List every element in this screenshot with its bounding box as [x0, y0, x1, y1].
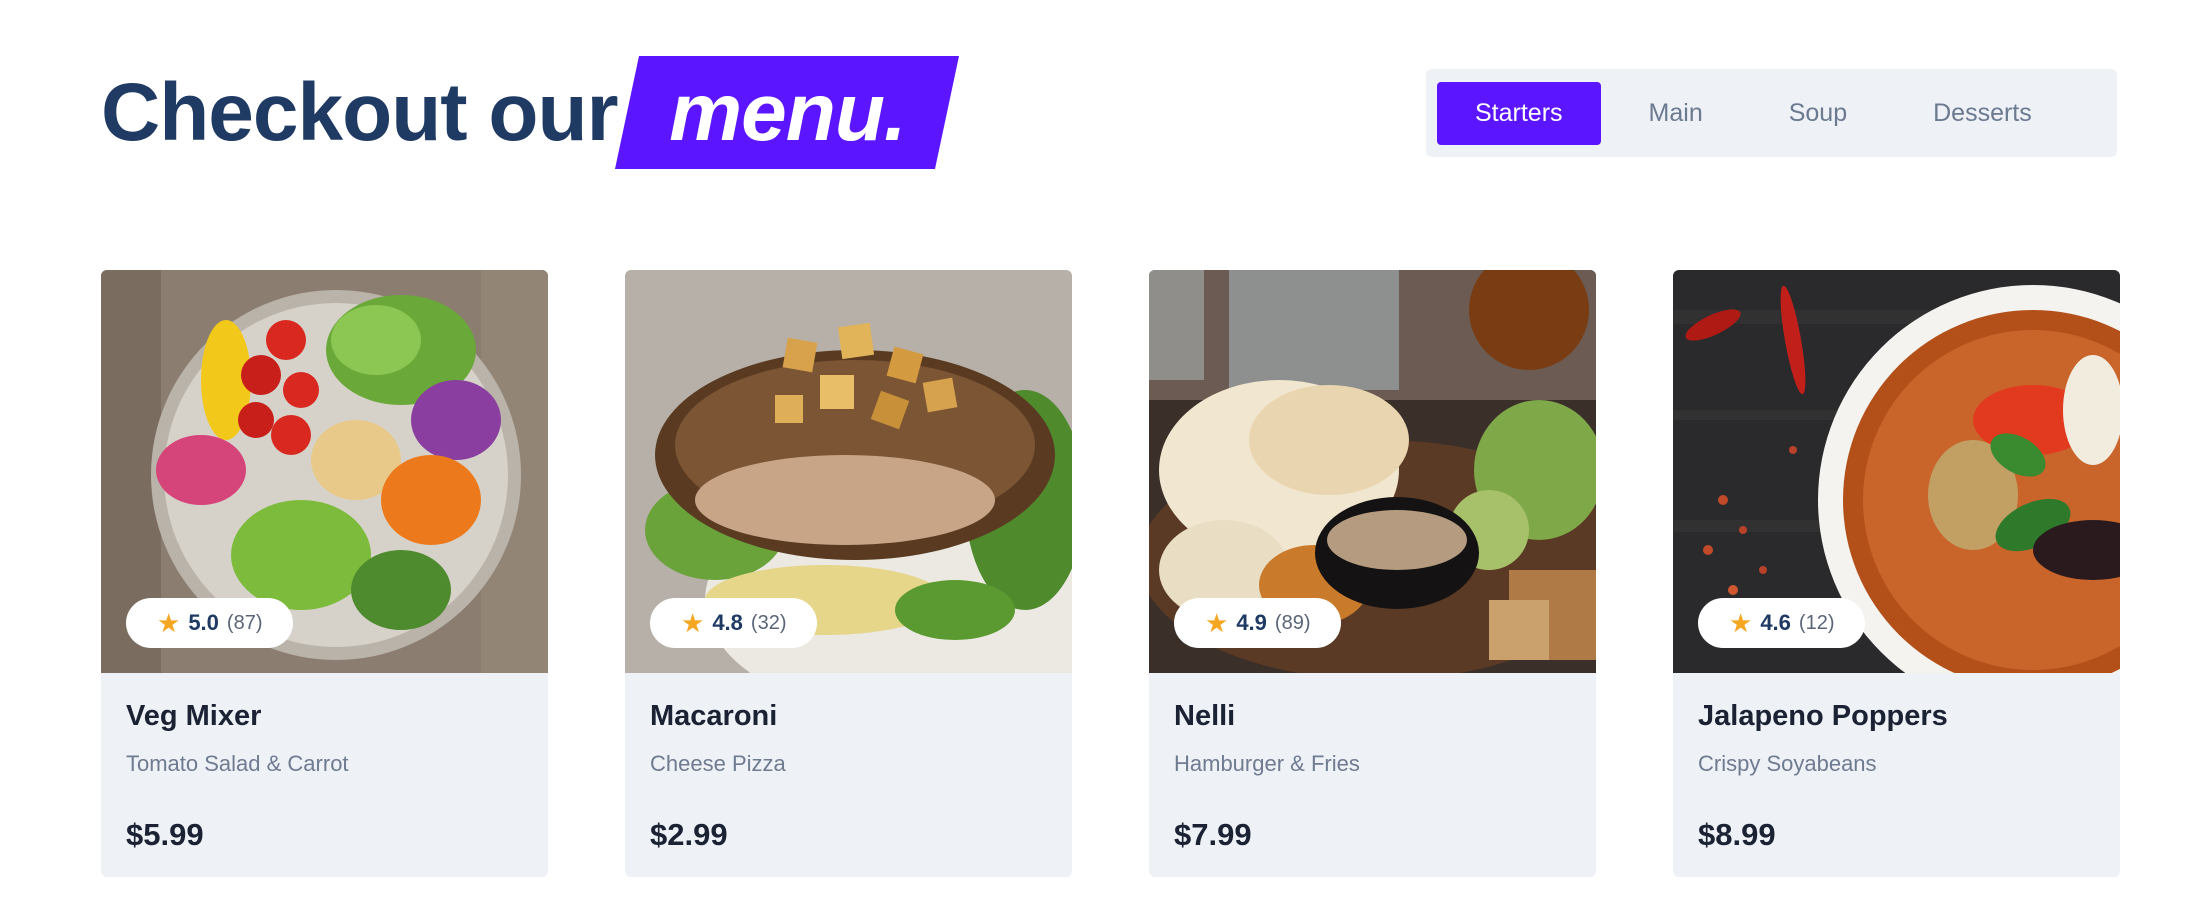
- card-description: Cheese Pizza: [650, 751, 786, 776]
- star-icon: ★: [1205, 608, 1229, 638]
- card-description: Crispy Soyabeans: [1698, 751, 1877, 776]
- star-icon: ★: [1729, 608, 1753, 638]
- card-title: Nelli: [1174, 700, 1236, 732]
- rating-badge: ★ 5.0 (87): [126, 598, 294, 648]
- rating-badge: ★ 4.6 (12): [1698, 598, 1866, 648]
- menu-card-jalapeno-poppers[interactable]: ★ 4.6 (12) Jalapeno Poppers Crispy Soyab…: [1673, 270, 2120, 877]
- rating-score: 5.0: [188, 610, 219, 635]
- food-image-veg-mixer: ★ 5.0 (87): [101, 270, 548, 673]
- rating-count: (32): [750, 611, 787, 634]
- menu-heading: Checkout our menu.: [101, 56, 960, 169]
- rating-badge: ★ 4.9 (89): [1174, 598, 1342, 648]
- menu-category-tabs: Starters Main Soup Desserts: [1426, 69, 2117, 157]
- card-price: $8.99: [1698, 817, 1776, 852]
- rating-badge: ★ 4.8 (32): [650, 598, 818, 648]
- tab-desserts[interactable]: Desserts: [1895, 82, 2070, 145]
- heading-accent: menu.: [615, 56, 960, 169]
- star-icon: ★: [681, 608, 705, 638]
- rating-score: 4.9: [1236, 610, 1267, 635]
- food-image-nelli: ★ 4.9 (89): [1149, 270, 1596, 673]
- rating-count: (87): [226, 611, 263, 634]
- star-icon: ★: [157, 608, 181, 638]
- rating-count: (89): [1274, 611, 1311, 634]
- menu-cards: ★ 5.0 (87) Veg Mixer Tomato Salad & Carr…: [101, 270, 2120, 877]
- menu-card-veg-mixer[interactable]: ★ 5.0 (87) Veg Mixer Tomato Salad & Carr…: [101, 270, 548, 877]
- tab-soup[interactable]: Soup: [1751, 82, 1885, 145]
- rating-score: 4.6: [1760, 610, 1791, 635]
- card-title: Jalapeno Poppers: [1698, 700, 1948, 732]
- card-price: $7.99: [1174, 817, 1252, 852]
- card-description: Tomato Salad & Carrot: [126, 751, 349, 776]
- tab-main[interactable]: Main: [1611, 82, 1741, 145]
- card-title: Veg Mixer: [126, 700, 262, 732]
- card-price: $2.99: [650, 817, 728, 852]
- food-image-macaroni: ★ 4.8 (32): [625, 270, 1072, 673]
- rating-count: (12): [1798, 611, 1835, 634]
- menu-card-nelli[interactable]: ★ 4.9 (89) Nelli Hamburger & Fries $7.99: [1149, 270, 1596, 877]
- card-title: Macaroni: [650, 700, 778, 732]
- tab-starters[interactable]: Starters: [1437, 81, 1601, 145]
- card-price: $5.99: [126, 817, 204, 852]
- rating-score: 4.8: [712, 610, 743, 635]
- menu-card-macaroni[interactable]: ★ 4.8 (32) Macaroni Cheese Pizza $2.99: [625, 270, 1072, 877]
- card-description: Hamburger & Fries: [1174, 751, 1360, 776]
- heading-text: Checkout our: [101, 66, 618, 158]
- heading-accent-text: menu.: [669, 66, 906, 158]
- food-image-jalapeno-poppers: ★ 4.6 (12): [1673, 270, 2120, 673]
